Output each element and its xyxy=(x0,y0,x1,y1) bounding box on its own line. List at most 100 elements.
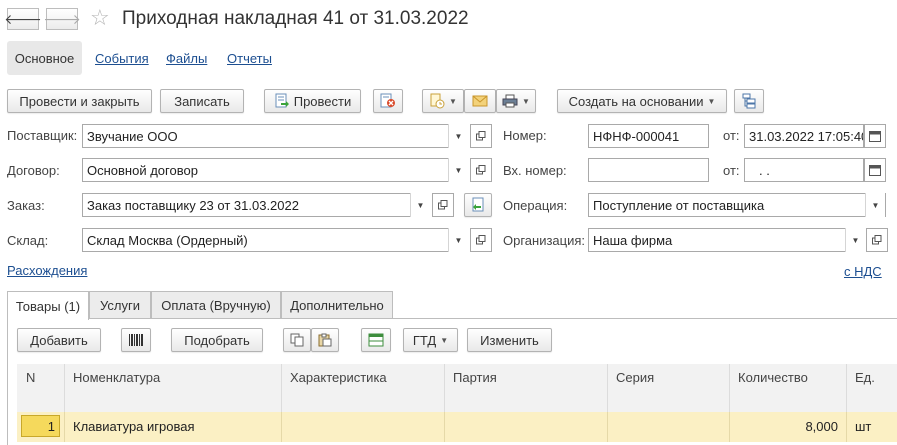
arrow-left-icon: 🡐 xyxy=(4,10,42,27)
order-value: Заказ поставщику 23 от 31.03.2022 xyxy=(87,197,299,213)
chevron-down-icon: ▼ xyxy=(851,235,860,245)
tab-payment[interactable]: Оплата (Вручную) xyxy=(151,291,281,318)
tab-files[interactable]: Файлы xyxy=(166,51,207,67)
tab-reports[interactable]: Отчеты xyxy=(227,51,272,67)
post-button[interactable]: Провести xyxy=(264,89,361,113)
barcode-button[interactable] xyxy=(121,328,151,352)
order-dropdown[interactable]: ▼ xyxy=(410,193,430,217)
incoming-date-value: . . xyxy=(759,162,770,178)
contract-field[interactable]: Основной договор xyxy=(82,158,468,182)
gtd-button[interactable]: ГТД ▼ xyxy=(403,328,458,352)
prices-button[interactable] xyxy=(361,328,391,352)
column-header-quantity[interactable]: Количество xyxy=(730,364,847,412)
cell-series[interactable] xyxy=(608,412,730,442)
structure-button[interactable] xyxy=(734,89,764,113)
operation-dropdown[interactable]: ▼ xyxy=(865,193,885,217)
table-green-icon xyxy=(368,333,384,347)
post-label: Провести xyxy=(293,93,352,109)
chevron-down-icon: ▼ xyxy=(707,96,716,106)
date-calendar-button[interactable] xyxy=(864,124,886,148)
fill-by-order-button[interactable] xyxy=(464,193,492,217)
order-field[interactable]: Заказ поставщику 23 от 31.03.2022 xyxy=(82,193,430,217)
back-button[interactable]: 🡐 xyxy=(4,8,42,30)
open-window-icon xyxy=(476,165,486,175)
post-and-close-button[interactable]: Провести и закрыть xyxy=(7,89,152,113)
create-based-on-button[interactable]: Создать на основании ▼ xyxy=(557,89,727,113)
number-field[interactable]: НФНФ-000041 xyxy=(588,124,709,148)
favorite-star-icon[interactable]: ☆ xyxy=(90,5,110,31)
documents-clock-icon xyxy=(430,93,445,109)
supplier-field[interactable]: Звучание ООО xyxy=(82,124,468,148)
column-header-characteristic[interactable]: Характеристика xyxy=(282,364,445,412)
date-label: от: xyxy=(723,128,740,143)
change-button[interactable]: Изменить xyxy=(467,328,552,352)
add-row-button[interactable]: Добавить xyxy=(17,328,101,352)
operation-field[interactable]: Поступление от поставщика xyxy=(588,193,886,217)
cell-item[interactable]: Клавиатура игровая xyxy=(65,412,282,442)
cell-batch[interactable] xyxy=(445,412,608,442)
barcode-icon xyxy=(129,334,143,346)
copy-icon xyxy=(290,333,304,347)
organization-dropdown[interactable]: ▼ xyxy=(845,228,865,252)
date-field[interactable]: 31.03.2022 17:05:40 xyxy=(744,124,864,148)
incoming-date-label: от: xyxy=(723,163,740,178)
forward-button[interactable]: 🡒 xyxy=(43,8,81,30)
discrepancies-link[interactable]: Расхождения xyxy=(7,263,87,279)
contract-label: Договор: xyxy=(7,163,60,178)
calendar-icon xyxy=(869,131,881,142)
cancel-posting-icon xyxy=(380,93,395,108)
tab-additional[interactable]: Дополнительно xyxy=(281,291,393,318)
contract-dropdown[interactable]: ▼ xyxy=(448,158,468,182)
fill-document-icon xyxy=(472,197,484,212)
supplier-open-button[interactable] xyxy=(470,124,492,148)
number-label: Номер: xyxy=(503,128,547,143)
tab-events[interactable]: События xyxy=(95,51,149,67)
copy-rows-button[interactable] xyxy=(283,328,311,352)
incoming-date-calendar-button[interactable] xyxy=(864,158,886,182)
contract-open-button[interactable] xyxy=(470,158,492,182)
organization-field[interactable]: Наша фирма xyxy=(588,228,865,252)
tab-main[interactable]: Основное xyxy=(7,41,82,75)
column-header-item[interactable]: Номенклатура xyxy=(65,364,282,412)
order-open-button[interactable] xyxy=(432,193,454,217)
organization-label: Организация: xyxy=(503,233,586,248)
column-header-unit[interactable]: Ед. xyxy=(847,364,897,412)
open-window-icon xyxy=(476,131,486,141)
chevron-down-icon: ▼ xyxy=(522,96,530,106)
tab-additional-label: Дополнительно xyxy=(290,297,384,313)
open-window-icon xyxy=(438,200,448,210)
column-header-batch[interactable]: Партия xyxy=(445,364,608,412)
cell-quantity[interactable]: 8,000 xyxy=(730,412,847,442)
select-items-button[interactable]: Подобрать xyxy=(171,328,263,352)
supplier-dropdown[interactable]: ▼ xyxy=(448,124,468,148)
email-button[interactable] xyxy=(464,89,496,113)
paste-rows-button[interactable] xyxy=(311,328,339,352)
open-window-icon xyxy=(872,235,882,245)
cell-unit[interactable]: шт xyxy=(847,412,897,442)
tab-payment-label: Оплата (Вручную) xyxy=(161,297,271,313)
post-and-close-label: Провести и закрыть xyxy=(19,93,140,109)
column-header-n[interactable]: N xyxy=(17,364,65,412)
post-document-icon xyxy=(275,93,289,108)
incoming-number-field[interactable] xyxy=(588,158,709,182)
incoming-date-field[interactable]: . . xyxy=(744,158,864,182)
warehouse-field[interactable]: Склад Москва (Ордерный) xyxy=(82,228,468,252)
cancel-posting-button[interactable] xyxy=(373,89,403,113)
tab-goods[interactable]: Товары (1) xyxy=(7,291,89,320)
tab-services[interactable]: Услуги xyxy=(89,291,151,318)
cell-n[interactable]: 1 xyxy=(17,412,65,442)
incoming-number-label: Вх. номер: xyxy=(503,163,567,178)
warehouse-dropdown[interactable]: ▼ xyxy=(448,228,468,252)
tab-goods-label: Товары (1) xyxy=(15,298,81,314)
tab-services-label: Услуги xyxy=(100,297,140,313)
change-label: Изменить xyxy=(480,332,539,348)
chevron-down-icon: ▼ xyxy=(454,165,463,175)
warehouse-open-button[interactable] xyxy=(470,228,492,252)
save-button[interactable]: Записать xyxy=(160,89,244,113)
print-button[interactable]: ▼ xyxy=(496,89,536,113)
cell-characteristic[interactable] xyxy=(282,412,445,442)
vat-link[interactable]: с НДС xyxy=(844,264,882,280)
related-documents-button[interactable]: ▼ xyxy=(422,89,464,113)
organization-open-button[interactable] xyxy=(866,228,888,252)
column-header-series[interactable]: Серия xyxy=(608,364,730,412)
